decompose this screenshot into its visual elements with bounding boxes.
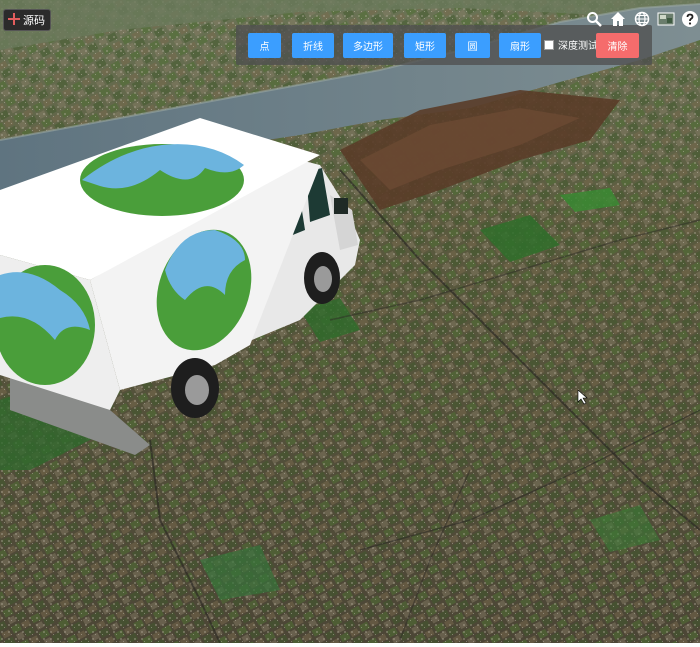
depth-test-label: 深度测试 — [558, 41, 598, 52]
source-code-label: 源码 — [23, 14, 45, 27]
draw-polyline-button[interactable]: 折线 — [292, 33, 334, 58]
draw-toolbar: 点 折线 多边形 矩形 圆 扇形 深度测试 清除 — [236, 25, 652, 65]
map-viewport[interactable] — [0, 0, 700, 644]
terrain-scene — [0, 0, 700, 644]
draw-point-button[interactable]: 点 — [248, 33, 281, 58]
home-icon[interactable] — [608, 9, 628, 29]
search-icon[interactable] — [584, 9, 604, 29]
depth-test-checkbox[interactable] — [544, 40, 554, 50]
code-icon — [8, 12, 20, 28]
help-icon[interactable] — [680, 9, 700, 29]
globe-icon[interactable] — [632, 9, 652, 29]
layers-icon[interactable] — [656, 9, 676, 29]
top-right-toolbar — [584, 9, 700, 29]
clear-button[interactable]: 清除 — [596, 33, 639, 58]
draw-sector-button[interactable]: 扇形 — [499, 33, 541, 58]
draw-polygon-button[interactable]: 多边形 — [343, 33, 393, 58]
draw-circle-button[interactable]: 圆 — [455, 33, 490, 58]
draw-rectangle-button[interactable]: 矩形 — [404, 33, 446, 58]
source-code-button[interactable]: 源码 — [3, 9, 51, 31]
